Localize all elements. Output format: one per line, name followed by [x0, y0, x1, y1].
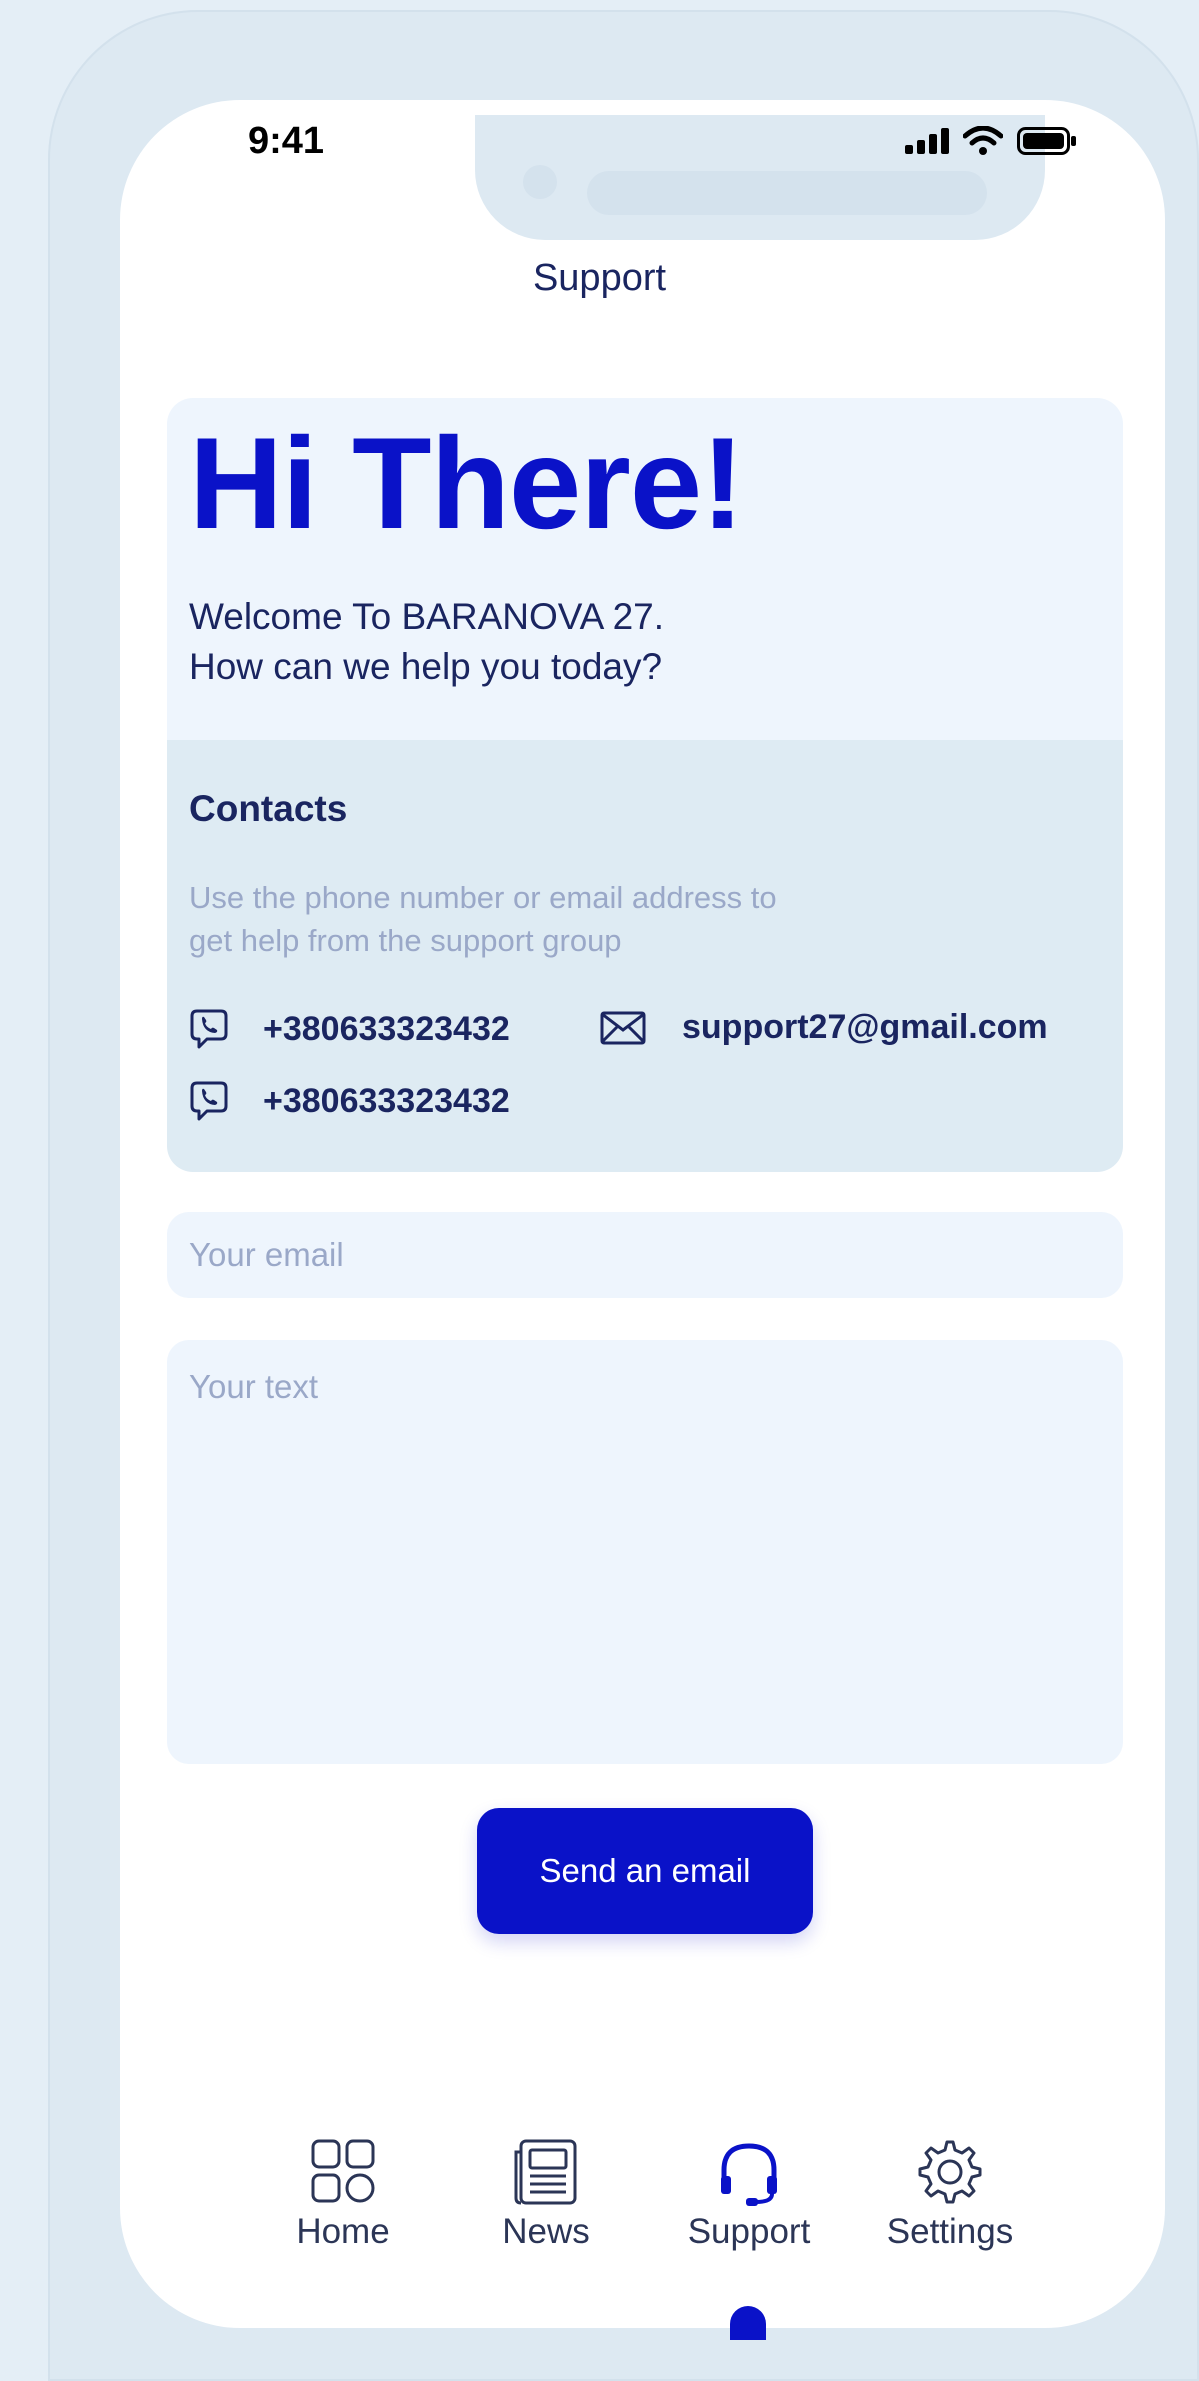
welcome-card: Hi There! Welcome To BARANOVA 27. How ca… [167, 398, 1123, 740]
email-contact[interactable]: support27@gmail.com [600, 1008, 1048, 1047]
viber-icon [190, 1081, 228, 1121]
tab-settings-label: Settings [886, 2212, 1014, 2251]
message-textarea[interactable] [167, 1340, 1123, 1764]
contacts-heading: Contacts [189, 788, 348, 829]
welcome-subtitle-line2: How can we help you today? [189, 646, 663, 687]
headset-icon [721, 2143, 777, 2206]
tab-news[interactable]: News [456, 2138, 636, 2252]
active-tab-indicator [730, 2306, 766, 2340]
contacts-card: Contacts Use the phone number or email a… [167, 740, 1123, 1172]
tab-home-label: Home [296, 2212, 390, 2251]
gear-icon [918, 2140, 982, 2204]
welcome-heading: Hi There! [189, 410, 744, 556]
wifi-icon [963, 126, 1003, 155]
status-icons [905, 126, 1077, 156]
welcome-subtitle-line1: Welcome To BARANOVA 27. [189, 596, 665, 637]
cellular-signal-icon [905, 128, 949, 154]
home-grid-icon [311, 2139, 375, 2203]
camera-icon [523, 165, 557, 199]
phone-contact-1[interactable]: +380633323432 [189, 1008, 510, 1050]
battery-icon [1017, 127, 1076, 155]
contacts-description-line2: get help from the support group [189, 923, 622, 958]
status-time: 9:41 [248, 120, 325, 162]
news-icon [514, 2139, 577, 2205]
speaker-grille [587, 171, 987, 215]
contacts-description-line1: Use the phone number or email address to [189, 880, 777, 915]
tab-home[interactable]: Home [253, 2138, 433, 2252]
email-input[interactable] [167, 1212, 1123, 1298]
tab-news-label: News [502, 2212, 590, 2251]
bottom-tab-bar: Home News Support Settings [0, 2138, 1199, 2251]
tab-settings[interactable]: Settings [860, 2138, 1040, 2252]
support-email: support27@gmail.com [682, 1008, 1048, 1046]
phone-contact-2[interactable]: +380633323432 [189, 1080, 510, 1122]
page-title: Support [532, 257, 667, 299]
phone-number-1: +380633323432 [263, 1009, 510, 1048]
mail-icon [600, 1011, 646, 1044]
tab-support[interactable]: Support [659, 2138, 839, 2252]
viber-icon [190, 1009, 228, 1049]
tab-support-label: Support [687, 2212, 811, 2251]
send-email-button[interactable]: Send an email [477, 1808, 813, 1934]
phone-number-2: +380633323432 [263, 1081, 510, 1120]
